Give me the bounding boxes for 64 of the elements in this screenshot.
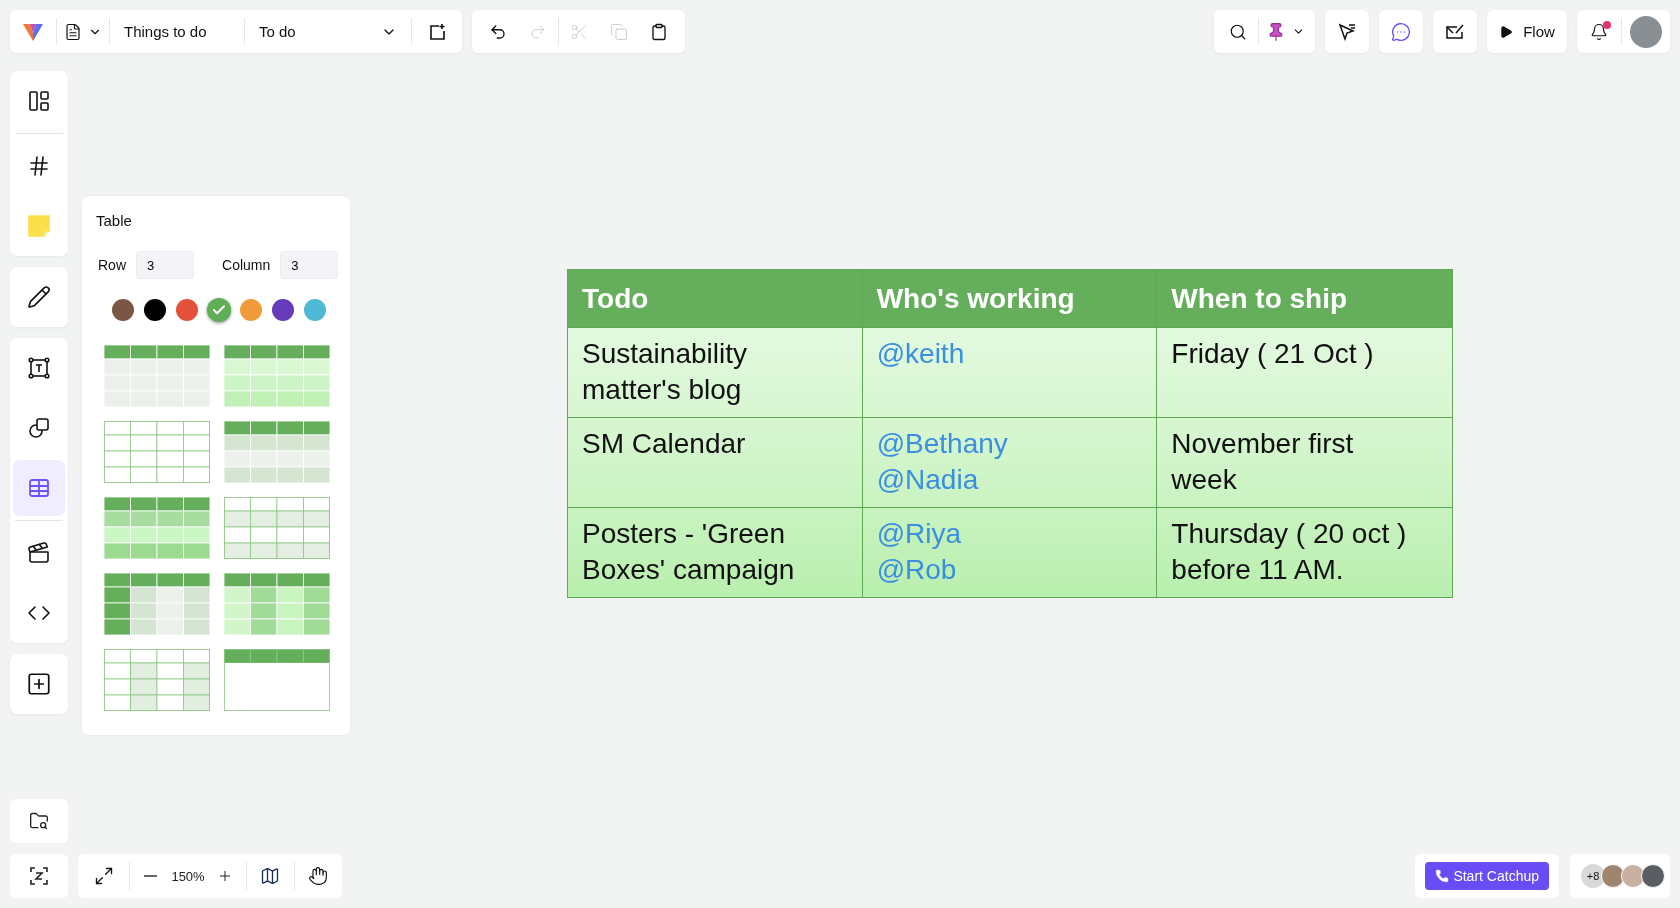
folder-search-icon	[29, 811, 49, 831]
frame-icon	[27, 154, 51, 178]
color-swatch[interactable]	[272, 299, 294, 321]
folder-search-button[interactable]	[10, 799, 68, 843]
collaborator-avatar[interactable]	[1601, 864, 1625, 888]
fit-screen-icon[interactable]	[29, 866, 49, 886]
table-cell: Posters - 'Green Boxes' campaign	[568, 507, 863, 597]
row-label: Row	[98, 257, 126, 273]
bell-icon	[1590, 22, 1608, 41]
layout-icon	[27, 89, 51, 113]
color-swatch[interactable]	[144, 299, 166, 321]
column-header: Who's working	[862, 270, 1158, 327]
document-name-field[interactable]: Things to do	[110, 10, 244, 53]
sticky-note-icon	[26, 213, 52, 239]
minus-icon	[144, 875, 158, 877]
panel-title: Table	[96, 212, 133, 229]
column-count-field[interactable]: 3	[280, 251, 339, 279]
color-swatch[interactable]	[112, 299, 134, 321]
phone-icon	[1435, 869, 1450, 883]
column-header: Todo	[568, 270, 863, 327]
fit-screen-button[interactable]	[10, 854, 68, 898]
table-style-option[interactable]	[104, 345, 210, 407]
video-icon	[27, 541, 51, 565]
cursor-icon[interactable]	[1337, 21, 1357, 42]
table-cell: November first week	[1157, 417, 1452, 507]
expand-icon	[94, 866, 114, 886]
table-style-option[interactable]	[224, 345, 330, 407]
text-box-icon	[27, 356, 51, 380]
collaborator-avatar[interactable]	[1641, 864, 1665, 888]
column-label: Column	[222, 257, 271, 273]
pencil-icon	[27, 285, 51, 309]
add-icon	[26, 671, 52, 697]
more-collaborators-count[interactable]: +8	[1581, 864, 1605, 888]
start-catchup-button[interactable]: Start Catchup	[1425, 862, 1549, 890]
table-style-option[interactable]	[104, 573, 210, 635]
flow-button[interactable]: Flow	[1487, 10, 1567, 53]
color-swatch[interactable]	[176, 299, 198, 321]
shapes-icon	[27, 416, 51, 440]
table-icon	[27, 476, 51, 500]
play-icon	[1499, 24, 1514, 39]
zoom-level: 150%	[171, 868, 205, 884]
page-select[interactable]: To do	[245, 10, 411, 53]
chat-bubble-icon	[1391, 21, 1411, 42]
color-swatch[interactable]	[304, 299, 326, 321]
user-avatar[interactable]	[1630, 15, 1662, 48]
row-count-field[interactable]: 3	[136, 251, 194, 279]
frame-add-icon	[428, 22, 446, 41]
collaborator-avatar[interactable]	[1621, 864, 1645, 888]
column-header: When to ship	[1157, 270, 1452, 327]
color-swatch[interactable]	[240, 299, 262, 321]
table-style-option[interactable]	[224, 421, 330, 483]
table-cell: SM Calendar	[568, 417, 863, 507]
table-cell: Thursday ( 20 oct ) before 11 AM.	[1157, 507, 1452, 597]
envelope-pen-icon[interactable]	[1445, 22, 1465, 41]
hand-icon	[308, 866, 328, 886]
document-icon	[64, 22, 82, 41]
table-style-option[interactable]	[224, 649, 330, 711]
table-cell: Sustainability matter's blog	[568, 327, 863, 417]
search-icon	[1229, 22, 1247, 41]
table-cell: Friday ( 21 Oct )	[1157, 327, 1452, 417]
table-style-option[interactable]	[224, 573, 330, 635]
map-icon	[260, 866, 281, 886]
color-swatch[interactable]	[206, 297, 232, 323]
table-tool[interactable]	[13, 460, 65, 516]
